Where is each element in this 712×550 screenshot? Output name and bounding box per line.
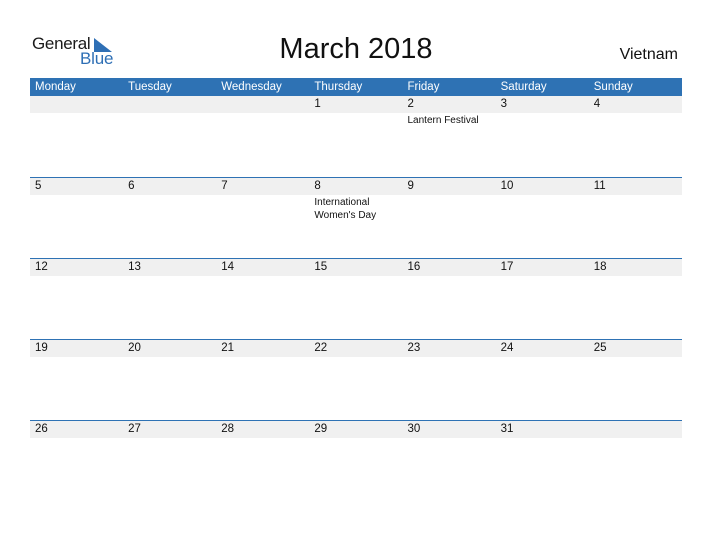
day-event	[403, 195, 496, 222]
day-event	[309, 438, 402, 439]
week-row: 12 13 14 15 16 17 18	[30, 258, 682, 339]
day-number: 26	[35, 423, 48, 435]
day-event	[216, 357, 309, 358]
day-number: 29	[314, 423, 328, 435]
day-event: International Women's Day	[314, 197, 377, 221]
day-number: 17	[500, 261, 514, 273]
day-event	[589, 113, 682, 127]
day-number: 13	[128, 261, 141, 273]
weekday-sunday: Sunday	[593, 81, 633, 93]
weekday-header-row: Monday Tuesday Wednesday Thursday Friday…	[30, 78, 682, 96]
weekday-friday: Friday	[407, 81, 440, 93]
day-number: 9	[407, 180, 414, 192]
calendar-grid: Monday Tuesday Wednesday Thursday Friday…	[30, 78, 682, 501]
day-number	[123, 96, 216, 113]
day-event	[403, 357, 496, 358]
weekday-tuesday: Tuesday	[128, 81, 172, 93]
day-number: 20	[128, 342, 141, 354]
day-number: 1	[314, 98, 321, 110]
day-number: 16	[407, 261, 421, 273]
day-event	[30, 438, 123, 439]
day-event	[123, 357, 216, 358]
week-row: 5 6 7 8 9 10 11 International Women's Day	[30, 177, 682, 258]
calendar-title: March 2018	[279, 33, 433, 65]
day-event	[216, 195, 309, 222]
day-event	[589, 357, 682, 358]
day-number	[30, 96, 123, 113]
day-event	[309, 113, 402, 127]
day-number: 3	[500, 98, 508, 110]
events-row: Lantern Festival	[30, 113, 682, 127]
day-event	[123, 195, 216, 222]
day-event	[30, 357, 123, 358]
day-number: 24	[500, 342, 514, 354]
day-number: 18	[593, 261, 607, 273]
day-number: 11	[593, 180, 606, 192]
day-event	[123, 438, 216, 439]
events-row	[30, 438, 682, 439]
weekday-thursday: Thursday	[314, 81, 363, 93]
date-strip: 19 20 21 22 23 24 25	[30, 340, 682, 357]
day-event	[496, 357, 589, 358]
day-number: 30	[407, 423, 421, 435]
day-number: 12	[35, 261, 48, 273]
day-event	[123, 276, 216, 277]
day-number: 2	[407, 98, 414, 110]
day-number: 19	[35, 342, 48, 354]
date-strip: 1 2 3 4	[30, 96, 682, 113]
day-event	[30, 276, 123, 277]
week-row: 1 2 3 4 Lantern Festival	[30, 96, 682, 177]
day-number: 21	[221, 342, 235, 354]
day-event	[496, 276, 589, 277]
events-row	[30, 357, 682, 358]
events-row: International Women's Day	[30, 195, 682, 222]
day-number: 10	[500, 180, 514, 192]
day-event	[403, 276, 496, 277]
weekday-monday: Monday	[35, 81, 76, 93]
day-number: 25	[593, 342, 607, 354]
day-event	[589, 438, 682, 439]
day-event	[496, 113, 589, 127]
date-strip: 12 13 14 15 16 17 18	[30, 259, 682, 276]
day-number: 4	[593, 98, 601, 110]
date-strip: 26 27 28 29 30 31	[30, 421, 682, 438]
weeks-container: 1 2 3 4 Lantern Festival 5 6 7 8 9 10 11 Internation…	[30, 96, 682, 501]
day-number: 15	[314, 261, 328, 273]
day-event	[123, 113, 216, 127]
day-number	[589, 421, 682, 438]
day-event	[216, 113, 309, 127]
weekday-saturday: Saturday	[500, 81, 547, 93]
day-event	[216, 438, 309, 439]
day-number: 8	[314, 180, 321, 192]
day-number: 28	[221, 423, 235, 435]
day-number: 7	[221, 180, 228, 192]
country-label: Vietnam	[619, 46, 678, 63]
day-number: 6	[128, 180, 135, 192]
day-event: Lantern Festival	[407, 115, 479, 126]
day-number: 23	[407, 342, 421, 354]
day-number: 31	[500, 423, 514, 435]
date-strip: 5 6 7 8 9 10 11	[30, 178, 682, 195]
day-number: 27	[128, 423, 141, 435]
day-number: 22	[314, 342, 328, 354]
day-number: 5	[35, 180, 42, 192]
day-event	[589, 195, 682, 222]
day-event	[309, 276, 402, 277]
day-event	[496, 438, 589, 439]
events-row	[30, 276, 682, 277]
day-event	[496, 195, 589, 222]
day-number: 14	[221, 261, 235, 273]
day-event	[30, 113, 123, 127]
week-row: 19 20 21 22 23 24 25	[30, 339, 682, 420]
day-number	[216, 96, 309, 113]
day-event	[216, 276, 309, 277]
day-event	[30, 195, 123, 222]
day-event	[309, 357, 402, 358]
day-event	[589, 276, 682, 277]
weekday-wednesday: Wednesday	[221, 81, 282, 93]
week-row: 26 27 28 29 30 31	[30, 420, 682, 501]
day-event	[403, 438, 496, 439]
